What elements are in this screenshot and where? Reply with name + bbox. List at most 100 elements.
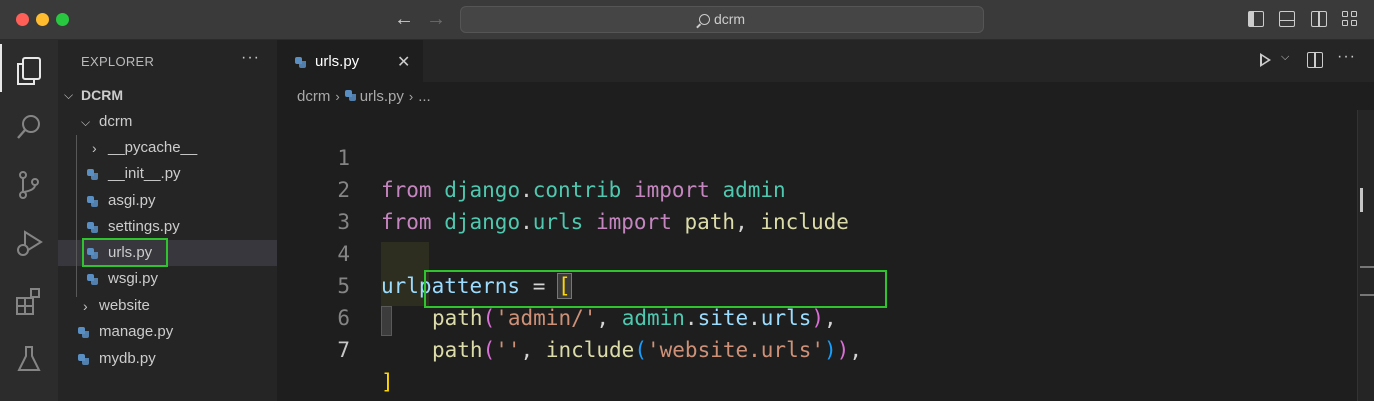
explorer-icon[interactable] xyxy=(0,44,58,92)
code-token: 'website.urls' xyxy=(647,338,825,362)
code-token: include xyxy=(545,338,635,362)
tree-item-label: __init__.py xyxy=(108,165,181,182)
minimize-window-button[interactable] xyxy=(36,13,49,26)
sidebar-title: EXPLORER xyxy=(81,54,155,69)
run-debug-icon[interactable] xyxy=(0,216,58,264)
breadcrumb: dcrm › urls.py ›... xyxy=(297,88,431,105)
run-python-file-icon[interactable] xyxy=(1260,53,1271,67)
tree-indent-guide xyxy=(76,135,77,297)
code-token: '' xyxy=(495,338,521,362)
tree-item-label: settings.py xyxy=(108,218,180,235)
code-token: ( xyxy=(634,338,647,362)
tree-item-label: website xyxy=(99,297,150,314)
code-token: . xyxy=(520,178,533,202)
tree-item-file[interactable]: asgi.py xyxy=(58,188,277,214)
code-token: ] xyxy=(381,370,394,394)
code-line[interactable]: 3 xyxy=(277,174,353,234)
code-token: , xyxy=(596,306,622,330)
highlight-box-include-line xyxy=(424,270,887,308)
code-token: ) xyxy=(836,338,850,362)
code-token: ( xyxy=(482,338,496,362)
scrollbar-marker xyxy=(1360,188,1363,212)
python-file-icon xyxy=(78,327,89,338)
code-token: from xyxy=(381,178,432,202)
line-number: 7 xyxy=(337,338,350,362)
editor-scrollbar[interactable] xyxy=(1357,110,1374,401)
toggle-panel-icon[interactable] xyxy=(1279,11,1295,27)
code-token: ( xyxy=(482,306,496,330)
tree-item-file[interactable]: wsgi.py xyxy=(58,266,277,292)
tree-item-file[interactable]: mydb.py xyxy=(58,346,277,372)
code-token: urls xyxy=(532,210,584,234)
chevron-right-icon: › xyxy=(83,298,88,314)
code-line[interactable]: 1 from django.contrib import admin xyxy=(277,110,785,202)
tree-item-folder[interactable]: › __pycache__ xyxy=(58,135,277,161)
code-token: django xyxy=(444,178,521,202)
chevron-right-icon: › xyxy=(335,89,340,104)
code-token: , xyxy=(824,306,837,330)
search-icon[interactable] xyxy=(0,100,58,148)
code-token: , xyxy=(735,210,761,234)
code-token: . xyxy=(520,210,533,234)
code-line[interactable]: 7 ] xyxy=(277,302,393,394)
python-file-icon xyxy=(78,354,89,365)
title-bar: ← → dcrm xyxy=(0,0,1374,40)
chevron-down-icon[interactable]: ⌵ xyxy=(1281,51,1289,64)
back-arrow-icon[interactable]: ← xyxy=(394,8,414,30)
testing-icon[interactable] xyxy=(0,332,58,380)
more-actions-icon[interactable]: ··· xyxy=(241,49,260,67)
scrollbar-thumb[interactable] xyxy=(1360,266,1374,296)
chevron-down-icon: ⌵ xyxy=(81,115,91,129)
python-file-icon xyxy=(87,169,98,180)
split-editor-icon[interactable] xyxy=(1307,52,1323,68)
toggle-primary-sidebar-icon[interactable] xyxy=(1248,11,1264,27)
tree-item-label: manage.py xyxy=(99,323,174,340)
python-file-icon xyxy=(345,90,358,101)
tree-item-label: __pycache__ xyxy=(108,139,198,156)
python-file-icon xyxy=(87,196,98,207)
code-token: ) xyxy=(811,306,825,330)
code-line[interactable]: 5 path('admin/', admin.site.urls), xyxy=(277,238,836,330)
breadcrumb-symbol[interactable]: ... xyxy=(418,88,431,105)
tree-item-label: mydb.py xyxy=(99,350,156,367)
tree-item-label: wsgi.py xyxy=(108,270,159,287)
chevron-right-icon: › xyxy=(92,140,97,156)
tree-item-label: DCRM xyxy=(81,87,123,103)
toggle-secondary-sidebar-icon[interactable] xyxy=(1311,11,1327,27)
tree-item-folder[interactable]: › website xyxy=(58,293,277,319)
breadcrumb-folder[interactable]: dcrm xyxy=(297,88,330,105)
command-center-search[interactable]: dcrm xyxy=(460,6,984,33)
editor-group: urls.py ✕ ⌵ ··· dcrm › urls.py ›... 1 from … xyxy=(277,40,1374,401)
tab-urls-py[interactable]: urls.py ✕ xyxy=(277,40,423,82)
breadcrumb-file[interactable]: urls.py xyxy=(360,88,404,105)
customize-layout-icon[interactable] xyxy=(1342,11,1359,28)
more-actions-icon[interactable]: ··· xyxy=(1337,48,1356,66)
tree-item-file[interactable]: __init__.py xyxy=(58,161,277,187)
forward-arrow-icon[interactable]: → xyxy=(426,8,446,30)
code-token: , xyxy=(849,338,862,362)
python-file-icon xyxy=(87,222,98,233)
tree-item-file[interactable]: settings.py xyxy=(58,214,277,240)
close-icon[interactable]: ✕ xyxy=(397,52,410,72)
chevron-down-icon: ⌵ xyxy=(64,88,74,102)
tree-item-file[interactable]: manage.py xyxy=(58,319,277,345)
tree-item-label: dcrm xyxy=(99,113,133,130)
code-token: import xyxy=(595,210,672,234)
tree-item-root[interactable]: ⌵ DCRM xyxy=(58,82,277,108)
python-file-icon xyxy=(87,274,98,285)
extensions-icon[interactable] xyxy=(0,274,58,322)
code-token: . xyxy=(684,306,698,330)
close-window-button[interactable] xyxy=(16,13,29,26)
code-token: ) xyxy=(824,338,837,362)
code-line[interactable]: 2 from django.urls import path, include xyxy=(277,142,849,234)
maximize-window-button[interactable] xyxy=(56,13,69,26)
code-line[interactable]: 6 path('', include('website.urls')), xyxy=(277,270,862,362)
search-text: dcrm xyxy=(713,11,746,27)
tree-item-folder[interactable]: ⌵ dcrm xyxy=(58,109,277,135)
code-line[interactable]: 4 urlpatterns = [ xyxy=(277,206,572,299)
code-token: contrib xyxy=(532,178,622,202)
code-token: path xyxy=(432,306,483,330)
source-control-icon[interactable] xyxy=(0,158,58,206)
code-token: urls xyxy=(760,306,812,330)
code-token: admin xyxy=(621,306,685,330)
